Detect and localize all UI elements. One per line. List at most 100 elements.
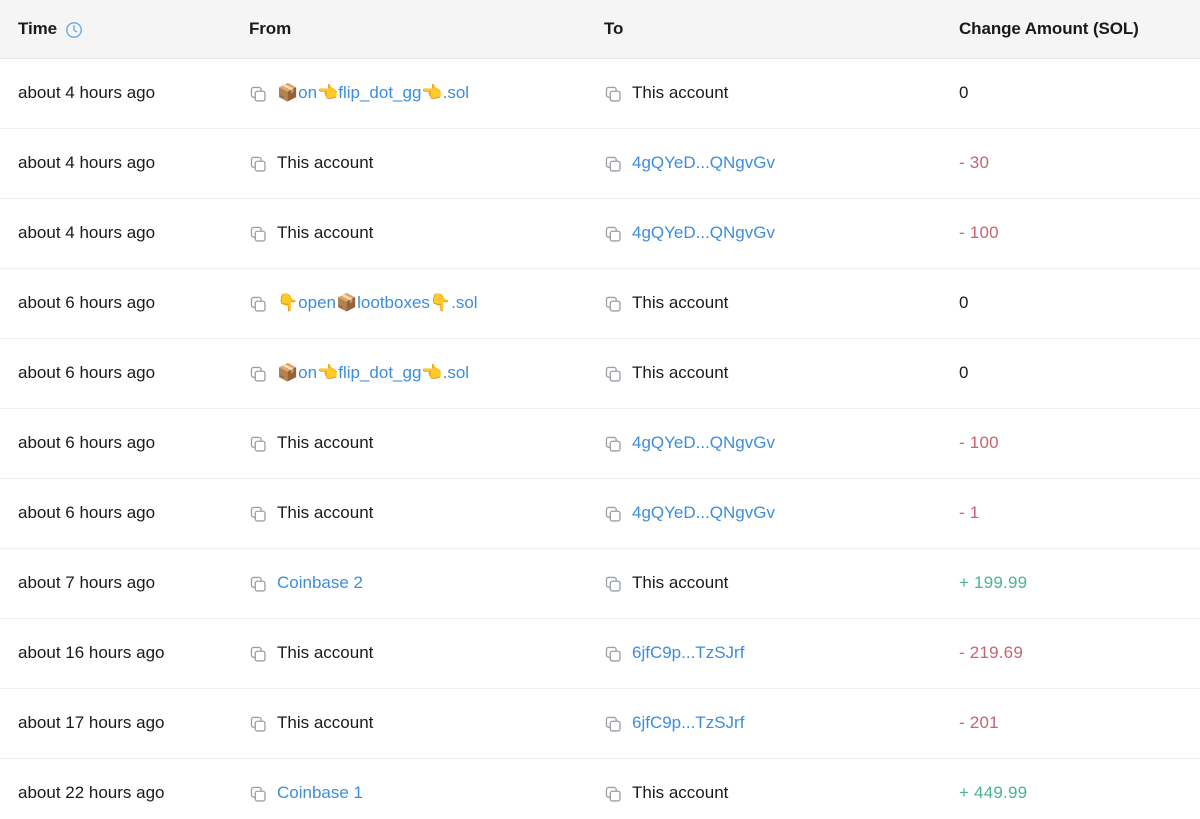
account-label: This account: [277, 503, 374, 522]
time-text: about 7 hours ago: [18, 573, 156, 592]
cell-amount: 0: [946, 338, 1200, 409]
time-text: about 22 hours ago: [18, 783, 165, 802]
cell-from: 📦on👈flip_dot_gg👈.sol: [246, 338, 594, 409]
copy-icon[interactable]: [249, 435, 268, 454]
copy-icon[interactable]: [249, 785, 268, 804]
column-header-time[interactable]: Time: [0, 0, 246, 59]
copy-icon[interactable]: [249, 365, 268, 384]
table-row: about 4 hours ago This account 4gQYeD...QN…: [0, 128, 1200, 199]
copy-icon[interactable]: [249, 295, 268, 314]
copy-icon[interactable]: [604, 715, 623, 734]
copy-icon[interactable]: [604, 155, 623, 174]
copy-icon[interactable]: [604, 225, 623, 244]
table-row: about 7 hours ago Coinbase 2 This account +…: [0, 548, 1200, 619]
account-label: This account: [277, 153, 374, 172]
copy-icon[interactable]: [604, 505, 623, 524]
cell-time: about 6 hours ago: [0, 338, 246, 409]
time-text: about 4 hours ago: [18, 83, 156, 102]
account-link[interactable]: 6jfC9p...TzSJrf: [632, 643, 744, 663]
change-amount-value: - 30: [959, 153, 990, 172]
account-label: This account: [632, 83, 729, 102]
table-row: about 6 hours ago 📦on👈flip_dot_gg👈.sol Thi…: [0, 338, 1200, 409]
account-link[interactable]: 📦on👈flip_dot_gg👈.sol: [277, 83, 469, 103]
account-link[interactable]: 4gQYeD...QNgvGv: [632, 153, 775, 173]
account-link[interactable]: 4gQYeD...QNgvGv: [632, 503, 775, 523]
time-text: about 6 hours ago: [18, 293, 156, 312]
copy-icon[interactable]: [249, 645, 268, 664]
table-row: about 17 hours ago This account 6jfC9p...T…: [0, 688, 1200, 759]
cell-to: 4gQYeD...QNgvGv: [594, 128, 946, 199]
header-row: Time From To Change Amount (SOL): [0, 0, 1200, 59]
account-label: This account: [632, 363, 729, 382]
cell-to: This account: [594, 338, 946, 409]
copy-icon[interactable]: [249, 155, 268, 174]
cell-to: 4gQYeD...QNgvGv: [594, 478, 946, 549]
column-header-time-label: Time: [18, 18, 57, 38]
table-row: about 4 hours ago 📦on👈flip_dot_gg👈.sol Thi…: [0, 58, 1200, 129]
account-label: This account: [632, 293, 729, 312]
copy-icon[interactable]: [604, 645, 623, 664]
cell-time: about 4 hours ago: [0, 128, 246, 199]
cell-to: 6jfC9p...TzSJrf: [594, 688, 946, 759]
column-header-from[interactable]: From: [246, 0, 594, 59]
cell-to: 4gQYeD...QNgvGv: [594, 198, 946, 269]
change-amount-value: - 1: [959, 503, 980, 522]
account-link[interactable]: 6jfC9p...TzSJrf: [632, 713, 744, 733]
account-label: This account: [277, 223, 374, 242]
cell-time: about 17 hours ago: [0, 688, 246, 759]
column-header-amount[interactable]: Change Amount (SOL): [946, 0, 1200, 59]
cell-amount: 0: [946, 58, 1200, 129]
cell-to: 6jfC9p...TzSJrf: [594, 618, 946, 689]
column-header-to[interactable]: To: [594, 0, 946, 59]
copy-icon[interactable]: [249, 225, 268, 244]
copy-icon[interactable]: [604, 435, 623, 454]
table-row: about 6 hours ago This account 4gQYeD...QN…: [0, 408, 1200, 479]
account-link[interactable]: 👇open📦lootboxes👇.sol: [277, 293, 478, 313]
cell-from: This account: [246, 128, 594, 199]
clock-icon: [65, 21, 83, 39]
time-text: about 6 hours ago: [18, 363, 156, 382]
cell-time: about 16 hours ago: [0, 618, 246, 689]
copy-icon[interactable]: [249, 715, 268, 734]
cell-to: This account: [594, 758, 946, 819]
account-link[interactable]: Coinbase 2: [277, 573, 363, 593]
copy-icon[interactable]: [604, 785, 623, 804]
copy-icon[interactable]: [249, 85, 268, 104]
change-amount-value: + 449.99: [959, 783, 1028, 802]
table-row: about 4 hours ago This account 4gQYeD...QN…: [0, 198, 1200, 269]
cell-amount: 0: [946, 268, 1200, 339]
column-header-amount-label: Change Amount (SOL): [959, 18, 1139, 38]
change-amount-value: 0: [959, 83, 969, 102]
account-label: This account: [632, 573, 729, 592]
table-row: about 16 hours ago This account 6jfC9p...T…: [0, 618, 1200, 689]
change-amount-value: - 201: [959, 713, 999, 732]
account-link[interactable]: 4gQYeD...QNgvGv: [632, 433, 775, 453]
cell-time: about 22 hours ago: [0, 758, 246, 819]
table-header: Time From To Change Amount (SOL): [0, 0, 1200, 59]
time-text: about 16 hours ago: [18, 643, 165, 662]
cell-time: about 4 hours ago: [0, 198, 246, 269]
cell-to: This account: [594, 548, 946, 619]
cell-from: 👇open📦lootboxes👇.sol: [246, 268, 594, 339]
copy-icon[interactable]: [604, 575, 623, 594]
copy-icon[interactable]: [604, 85, 623, 104]
copy-icon[interactable]: [249, 505, 268, 524]
column-header-to-label: To: [604, 18, 624, 38]
change-amount-value: 0: [959, 363, 969, 382]
table-row: about 6 hours ago 👇open📦lootboxes👇.sol Thi…: [0, 268, 1200, 339]
account-link[interactable]: 4gQYeD...QNgvGv: [632, 223, 775, 243]
time-text: about 4 hours ago: [18, 153, 156, 172]
copy-icon[interactable]: [604, 365, 623, 384]
account-link[interactable]: 📦on👈flip_dot_gg👈.sol: [277, 363, 469, 383]
copy-icon[interactable]: [604, 295, 623, 314]
change-amount-value: + 199.99: [959, 573, 1028, 592]
cell-time: about 7 hours ago: [0, 548, 246, 619]
copy-icon[interactable]: [249, 575, 268, 594]
cell-amount: - 100: [946, 198, 1200, 269]
account-link[interactable]: Coinbase 1: [277, 783, 363, 803]
time-text: about 17 hours ago: [18, 713, 165, 732]
change-amount-value: - 100: [959, 223, 999, 242]
account-label: This account: [277, 643, 374, 662]
cell-to: 4gQYeD...QNgvGv: [594, 408, 946, 479]
table-row: about 22 hours ago Coinbase 1 This account…: [0, 758, 1200, 819]
